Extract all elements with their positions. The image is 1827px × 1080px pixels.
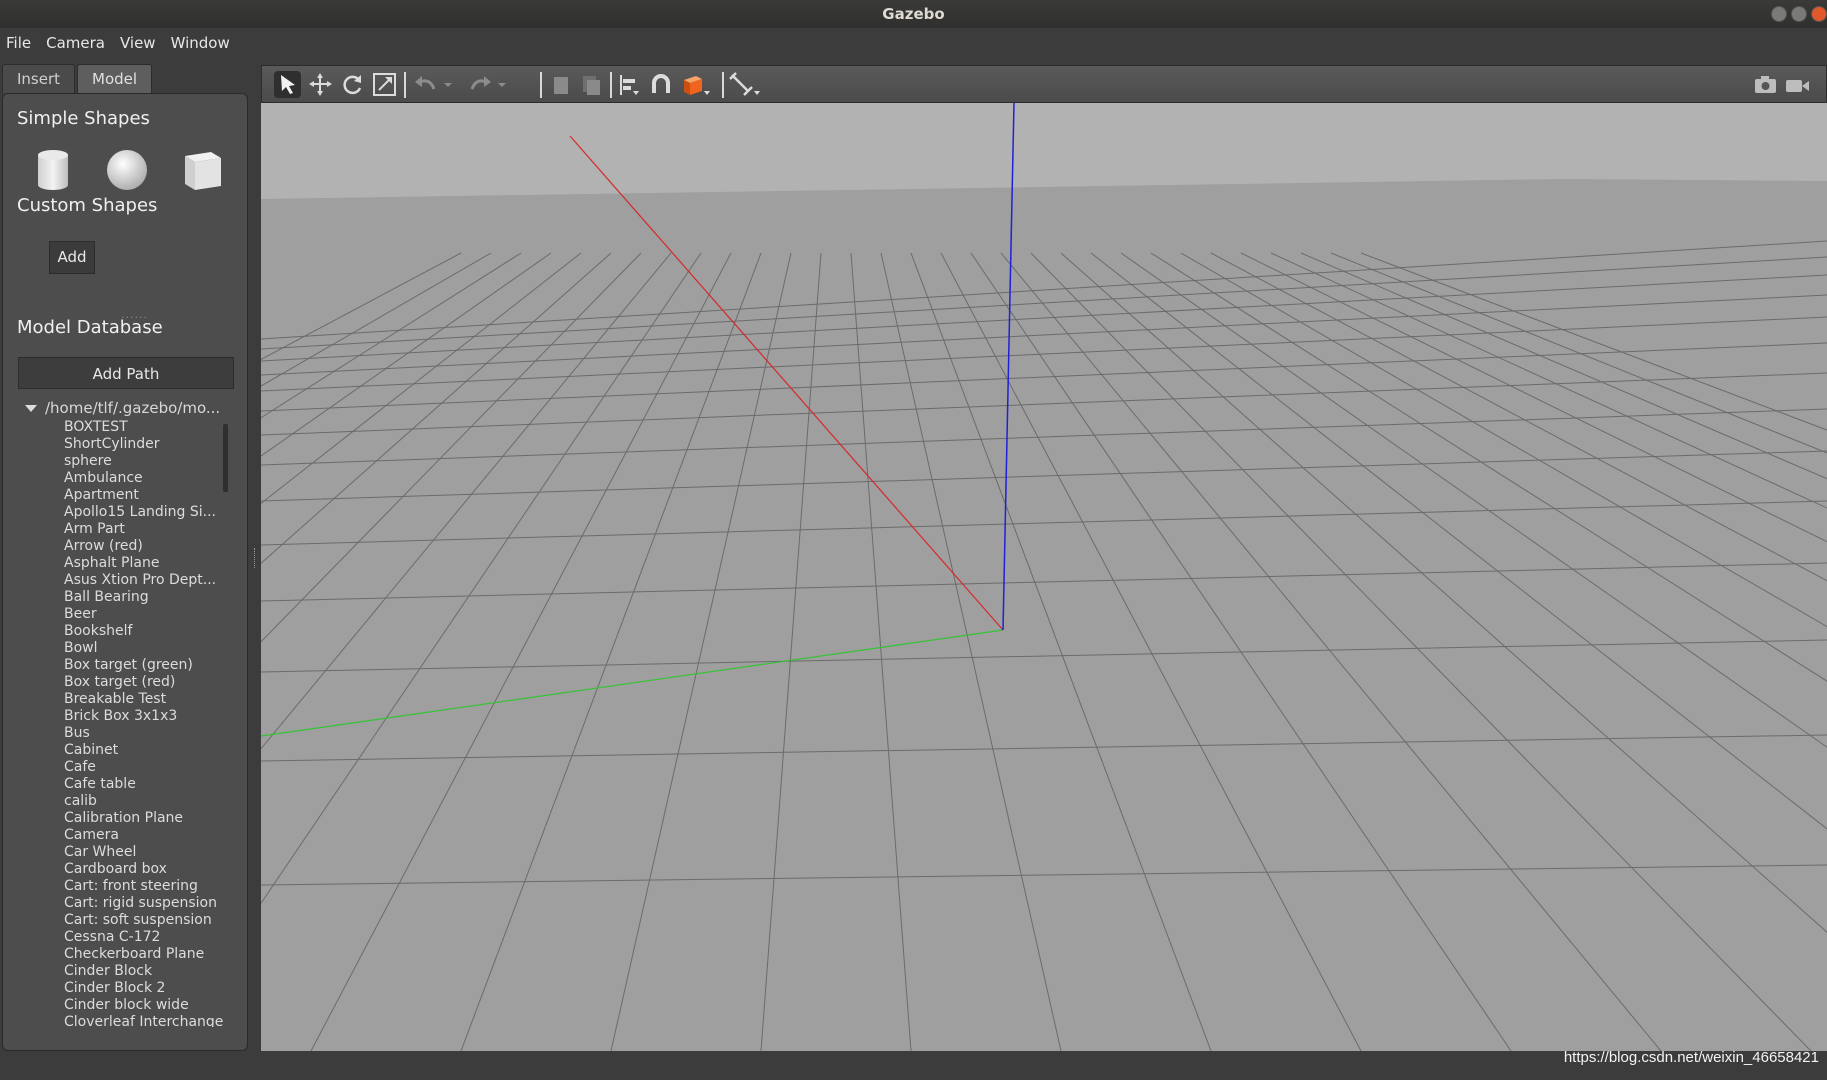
insert-panel: Simple Shapes Custom Shapes Add ...... M… xyxy=(2,93,248,1051)
model-list-item[interactable]: Cart: front steering xyxy=(64,878,223,895)
model-list-item[interactable]: Ambulance xyxy=(64,470,223,487)
copy-icon[interactable] xyxy=(547,71,574,98)
rotate-icon[interactable] xyxy=(339,71,366,98)
model-list-item[interactable]: Cardboard box xyxy=(64,861,223,878)
redo-dropdown-icon[interactable] xyxy=(496,71,508,98)
add-path-button[interactable]: Add Path xyxy=(18,357,234,389)
tree-root-label: /home/tlf/.gazebo/mo... xyxy=(45,399,221,417)
close-icon[interactable] xyxy=(1811,6,1827,22)
model-list-item[interactable]: sphere xyxy=(64,453,223,470)
model-list-item[interactable]: Asphalt Plane xyxy=(64,555,223,572)
model-list-item[interactable]: Cart: soft suspension xyxy=(64,912,223,929)
model-list-item[interactable]: Beer xyxy=(64,606,223,623)
ground-plane xyxy=(261,103,1827,1051)
tab-model[interactable]: Model xyxy=(77,64,153,93)
model-list-item[interactable]: calib xyxy=(64,793,223,810)
3d-viewport[interactable] xyxy=(261,103,1827,1051)
measure-icon[interactable] xyxy=(728,71,762,98)
model-list-item[interactable]: BOXTEST xyxy=(64,419,223,436)
model-list-item[interactable]: Breakable Test xyxy=(64,691,223,708)
model-list-item[interactable]: Ball Bearing xyxy=(64,589,223,606)
simple-shapes-title: Simple Shapes xyxy=(17,108,150,129)
model-list-item[interactable]: Bowl xyxy=(64,640,223,657)
minimize-icon[interactable] xyxy=(1771,6,1787,22)
toolbar-separator xyxy=(404,72,406,98)
menu-bar: File Camera View Window xyxy=(0,28,1827,58)
undo-dropdown-icon[interactable] xyxy=(442,71,454,98)
custom-shapes-title: Custom Shapes xyxy=(17,195,158,216)
view-angle-cube-icon[interactable] xyxy=(680,71,712,98)
model-list-item[interactable]: Cart: rigid suspension xyxy=(64,895,223,912)
window-title: Gazebo xyxy=(882,5,945,23)
model-list-item[interactable]: Arrow (red) xyxy=(64,538,223,555)
window-titlebar: Gazebo xyxy=(0,0,1827,28)
window-controls xyxy=(1771,6,1827,22)
align-icon[interactable] xyxy=(616,71,643,98)
left-panel-tabs: Insert Model xyxy=(2,64,154,93)
model-list-item[interactable]: Cinder Block xyxy=(64,963,223,980)
model-list-item[interactable]: Cafe table xyxy=(64,776,223,793)
model-list-item[interactable]: Cinder block wide xyxy=(64,997,223,1014)
sphere-icon[interactable] xyxy=(105,148,149,192)
model-list-item[interactable]: Bookshelf xyxy=(64,623,223,640)
watermark-text: https://blog.csdn.net/weixin_46658421 xyxy=(1563,1049,1819,1066)
box-icon[interactable] xyxy=(181,148,225,192)
model-list-item[interactable]: Cloverleaf Interchange xyxy=(64,1014,223,1027)
menu-camera[interactable]: Camera xyxy=(42,34,114,52)
model-list-item[interactable]: ShortCylinder xyxy=(64,436,223,453)
scale-icon[interactable] xyxy=(371,71,398,98)
model-list: BOXTEST ShortCylinder sphere Ambulance Apart… xyxy=(64,419,223,1027)
status-bar xyxy=(0,1053,1827,1080)
toolbar-separator xyxy=(722,72,724,98)
screenshot-camera-icon[interactable] xyxy=(1752,71,1779,98)
cylinder-icon[interactable] xyxy=(35,148,71,192)
menu-file[interactable]: File xyxy=(2,34,40,52)
model-list-item[interactable]: Cinder Block 2 xyxy=(64,980,223,997)
toolbar-separator xyxy=(610,72,612,98)
model-tree: /home/tlf/.gazebo/mo... BOXTEST ShortCyli… xyxy=(3,399,233,1027)
translate-icon[interactable] xyxy=(307,71,334,98)
toolbar-separator xyxy=(540,72,542,98)
model-list-item[interactable]: Box target (green) xyxy=(64,657,223,674)
model-list-item[interactable]: Apartment xyxy=(64,487,223,504)
model-list-item[interactable]: Box target (red) xyxy=(64,674,223,691)
panel-resize-handle[interactable] xyxy=(254,548,258,568)
record-video-icon[interactable] xyxy=(1784,71,1811,98)
menu-window[interactable]: Window xyxy=(167,34,239,52)
model-list-item[interactable]: Asus Xtion Pro Dept... xyxy=(64,572,223,589)
model-list-item[interactable]: Calibration Plane xyxy=(64,810,223,827)
model-list-item[interactable]: Cessna C-172 xyxy=(64,929,223,946)
snap-magnet-icon[interactable] xyxy=(648,71,675,98)
model-list-item[interactable]: Arm Part xyxy=(64,521,223,538)
model-list-item[interactable]: Camera xyxy=(64,827,223,844)
tree-root-item[interactable]: /home/tlf/.gazebo/mo... xyxy=(25,399,220,417)
model-list-item[interactable]: Cafe xyxy=(64,759,223,776)
undo-icon[interactable] xyxy=(412,71,439,98)
model-list-item[interactable]: Cabinet xyxy=(64,742,223,759)
add-custom-shape-button[interactable]: Add xyxy=(49,241,95,274)
model-list-scrollbar[interactable] xyxy=(223,424,228,492)
viewport-toolbar xyxy=(261,65,1827,103)
maximize-icon[interactable] xyxy=(1791,6,1807,22)
model-list-item[interactable]: Brick Box 3x1x3 xyxy=(64,708,223,725)
model-list-item[interactable]: Checkerboard Plane xyxy=(64,946,223,963)
expand-arrow-icon[interactable] xyxy=(25,405,37,412)
menu-view[interactable]: View xyxy=(116,34,165,52)
select-arrow-icon[interactable] xyxy=(274,71,301,98)
tab-insert[interactable]: Insert xyxy=(2,64,76,93)
redo-icon[interactable] xyxy=(467,71,494,98)
paste-icon[interactable] xyxy=(577,71,604,98)
model-list-item[interactable]: Apollo15 Landing Si... xyxy=(64,504,223,521)
model-list-item[interactable]: Bus xyxy=(64,725,223,742)
model-list-item[interactable]: Car Wheel xyxy=(64,844,223,861)
model-database-title: Model Database xyxy=(17,317,163,338)
